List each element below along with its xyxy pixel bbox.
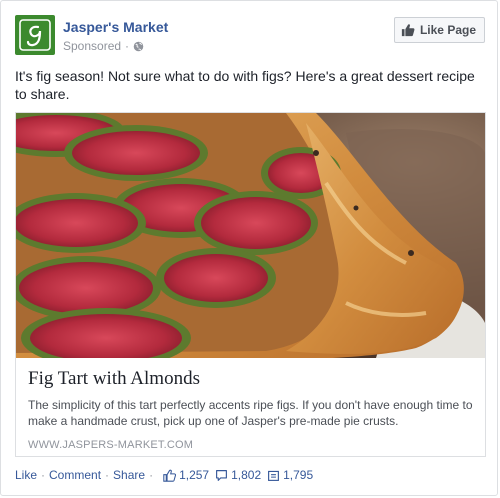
like-action[interactable]: Like — [15, 468, 37, 482]
link-attachment[interactable]: Fig Tart with Almonds The simplicity of … — [15, 112, 486, 457]
post-text: It's fig season! Not sure what to do wit… — [15, 68, 475, 102]
thumbs-up-icon — [401, 24, 415, 37]
share-icon — [268, 470, 280, 481]
page-avatar[interactable] — [15, 15, 55, 55]
share-action[interactable]: Share — [113, 468, 145, 482]
link-domain: WWW.JASPERS-MARKET.COM — [28, 439, 194, 451]
page-name[interactable]: Jasper's Market — [63, 19, 168, 35]
comment-action[interactable]: Comment — [49, 468, 101, 482]
post-footer: Like · Comment · Share · 1,257 1,802 1,7… — [15, 467, 485, 483]
comment-count[interactable]: 1,802 — [215, 468, 261, 482]
comment-count-value: 1,802 — [231, 468, 262, 482]
share-count[interactable]: 1,795 — [267, 468, 313, 482]
like-page-button[interactable]: Like Page — [393, 17, 485, 43]
link-info[interactable]: Fig Tart with Almonds The simplicity of … — [28, 367, 474, 451]
jasper-logo-icon — [19, 19, 51, 51]
sponsored-post-card: Jasper's Market Sponsored · Like Page It… — [0, 0, 498, 496]
like-count[interactable]: 1,257 — [163, 468, 209, 482]
action-separator: · — [105, 468, 110, 482]
action-separator: · — [149, 468, 154, 482]
like-count-value: 1,257 — [179, 468, 210, 482]
fig-tart-image — [16, 113, 485, 358]
thumbs-up-icon — [163, 469, 177, 482]
like-page-label: Like Page — [419, 23, 476, 37]
post-meta: Sponsored · — [63, 39, 144, 53]
link-description: The simplicity of this tart perfectly ac… — [28, 398, 473, 428]
meta-separator: · — [125, 39, 130, 53]
fig-tart-photo[interactable] — [16, 113, 485, 358]
action-separator: · — [41, 468, 46, 482]
share-count-value: 1,795 — [283, 468, 314, 482]
comment-bubble-icon — [216, 469, 228, 481]
post-header: Jasper's Market Sponsored · Like Page — [15, 15, 485, 59]
globe-icon — [133, 41, 144, 51]
sponsored-label[interactable]: Sponsored — [63, 39, 121, 53]
link-title[interactable]: Fig Tart with Almonds — [28, 367, 474, 391]
